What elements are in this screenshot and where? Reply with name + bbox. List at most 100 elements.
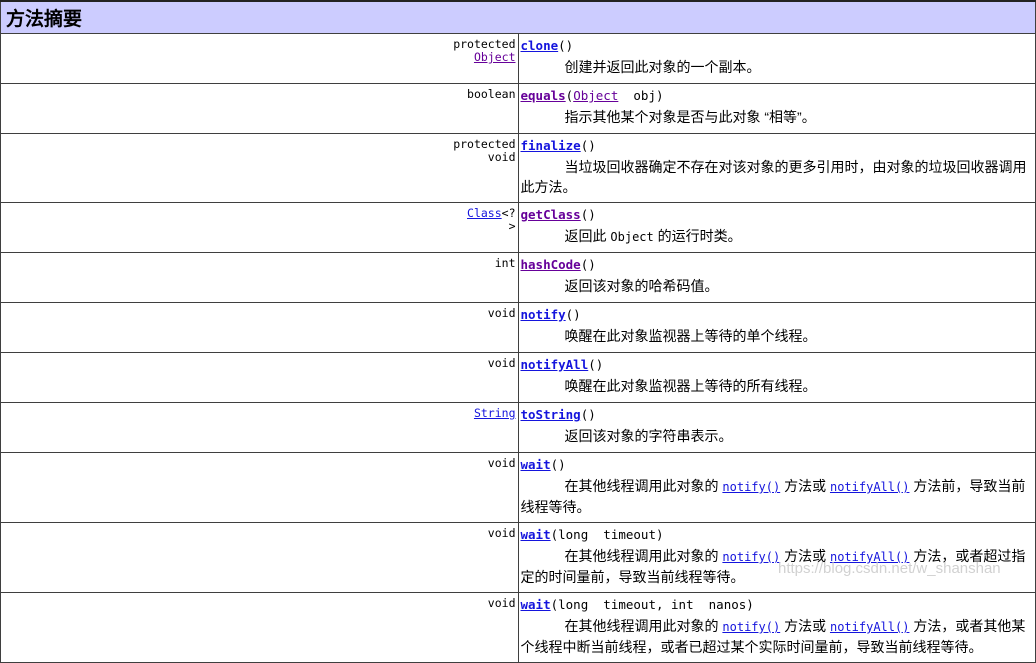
- getClass-getClass-link[interactable]: getClass: [521, 207, 581, 222]
- method-signature: equals(Object obj): [521, 88, 1033, 104]
- finalize-finalize-link[interactable]: finalize: [521, 138, 581, 153]
- toString-toString-link[interactable]: toString: [521, 407, 581, 422]
- signature-text: (): [551, 457, 566, 472]
- method-row-hashCode: int hashCode() 返回该对象的哈希码值。: [1, 253, 1036, 303]
- equals-Object-link[interactable]: Object: [573, 88, 618, 103]
- wait-long-notifyAll-link[interactable]: notifyAll(): [830, 550, 909, 564]
- description-text: 唤醒在此对象监视器上等待的单个线程。: [565, 328, 817, 344]
- method-cell: wait() 在其他线程调用此对象的 notify() 方法或 notifyAll…: [518, 453, 1036, 523]
- return-type-text: void: [488, 306, 516, 320]
- method-row-wait-long: voidwait(long timeout) 在其他线程调用此对象的 notify…: [1, 523, 1036, 593]
- method-summary-heading: 方法摘要: [1, 1, 1036, 34]
- method-description: 当垃圾回收器确定不存在对该对象的更多引用时，由对象的垃圾回收器调用此方法。: [521, 157, 1033, 197]
- return-type-line: boolean: [2, 88, 516, 101]
- notify-notify-link[interactable]: notify: [521, 307, 566, 322]
- method-row-wait-long-int: void wait(long timeout, int nanos) 在其他线程调用…: [1, 593, 1036, 663]
- signature-text: (): [581, 207, 596, 222]
- description-text: 在其他线程调用此对象的: [565, 548, 723, 564]
- method-signature: wait(long timeout, int nanos): [521, 597, 1033, 613]
- signature-text: (long timeout): [551, 527, 664, 542]
- return-type-cell: protectedvoid: [1, 134, 519, 203]
- method-cell: notifyAll() 唤醒在此对象监视器上等待的所有线程。: [518, 353, 1036, 403]
- signature-text: (): [588, 357, 603, 372]
- table-header-row: 方法摘要: [1, 1, 1036, 34]
- wait-long-notify-link[interactable]: notify(): [722, 550, 780, 564]
- getClass-Class-link[interactable]: Class: [467, 206, 502, 220]
- method-description: 在其他线程调用此对象的 notify() 方法或 notifyAll() 方法前…: [521, 476, 1033, 517]
- method-description: 唤醒在此对象监视器上等待的单个线程。: [521, 326, 1033, 346]
- return-type-line: void: [2, 151, 516, 164]
- wait-notify-link[interactable]: notify(): [722, 480, 780, 494]
- method-signature: clone(): [521, 38, 1033, 54]
- return-type-text: protected: [453, 137, 515, 151]
- javadoc-page: { "colors": { "header_bg": "#ccccff", "l…: [0, 0, 1036, 599]
- return-type-cell: int: [1, 253, 519, 303]
- return-type-text: void: [488, 596, 516, 610]
- signature-text: (): [566, 307, 581, 322]
- signature-text: (): [581, 138, 596, 153]
- description-text: 在其他线程调用此对象的: [565, 618, 723, 634]
- method-summary-table: 方法摘要 protectedObjectclone()创建并返回此对象的一个副本…: [0, 0, 1036, 663]
- wait-wait-link[interactable]: wait: [521, 457, 551, 472]
- clone-clone-link[interactable]: clone: [521, 38, 559, 53]
- signature-text: (): [558, 38, 573, 53]
- method-signature: hashCode(): [521, 257, 1033, 273]
- return-type-cell: void: [1, 523, 519, 593]
- description-text: 的运行时类。: [654, 228, 742, 244]
- return-type-text: boolean: [467, 87, 515, 101]
- return-type-cell: boolean: [1, 84, 519, 134]
- description-text: 返回此: [565, 228, 611, 244]
- return-type-text: <?: [502, 206, 516, 220]
- description-text: 在其他线程调用此对象的: [565, 478, 723, 494]
- return-type-text: int: [495, 256, 516, 270]
- return-type-text: void: [488, 456, 516, 470]
- signature-text: (): [581, 257, 596, 272]
- method-signature: wait(): [521, 457, 1033, 473]
- wait-long-int-notify-link[interactable]: notify(): [722, 620, 780, 634]
- method-cell: getClass() 返回此 Object 的运行时类。: [518, 203, 1036, 253]
- description-text: 方法或: [780, 548, 830, 564]
- return-type-cell: Class<?>: [1, 203, 519, 253]
- return-type-cell: void: [1, 353, 519, 403]
- method-cell: wait(long timeout) 在其他线程调用此对象的 notify() 方…: [518, 523, 1036, 593]
- hashCode-hashCode-link[interactable]: hashCode: [521, 257, 581, 272]
- method-description: 唤醒在此对象监视器上等待的所有线程。: [521, 376, 1033, 396]
- description-text: 唤醒在此对象监视器上等待的所有线程。: [565, 378, 817, 394]
- description-text: 方法或: [780, 478, 830, 494]
- return-type-line: void: [2, 457, 516, 470]
- toString-String-link[interactable]: String: [474, 406, 516, 420]
- wait-long-wait-link[interactable]: wait: [521, 527, 551, 542]
- method-description: 创建并返回此对象的一个副本。: [521, 57, 1033, 77]
- method-signature: wait(long timeout): [521, 527, 1033, 543]
- return-type-cell: void: [1, 303, 519, 353]
- wait-long-int-wait-link[interactable]: wait: [521, 597, 551, 612]
- signature-text: (): [581, 407, 596, 422]
- method-row-notify: void notify() 唤醒在此对象监视器上等待的单个线程。: [1, 303, 1036, 353]
- return-type-cell: String: [1, 403, 519, 453]
- return-type-cell: protectedObject: [1, 34, 519, 84]
- wait-long-int-notifyAll-link[interactable]: notifyAll(): [830, 620, 909, 634]
- wait-notifyAll-link[interactable]: notifyAll(): [830, 480, 909, 494]
- method-row-toString: String toString() 返回该对象的字符串表示。: [1, 403, 1036, 453]
- method-signature: toString(): [521, 407, 1033, 423]
- clone-Object-link[interactable]: Object: [474, 50, 516, 64]
- method-cell: equals(Object obj) 指示其他某个对象是否与此对象 “相等”。: [518, 84, 1036, 134]
- description-text: 返回该对象的哈希码值。: [565, 278, 719, 294]
- description-text: Object: [610, 230, 653, 244]
- description-text: 返回该对象的字符串表示。: [565, 428, 733, 444]
- method-description: 返回该对象的哈希码值。: [521, 276, 1033, 296]
- description-text: 指示其他某个对象是否与此对象 “相等”。: [565, 109, 816, 125]
- method-signature: notify(): [521, 307, 1033, 323]
- notifyAll-notifyAll-link[interactable]: notifyAll: [521, 357, 589, 372]
- method-row-wait: void wait() 在其他线程调用此对象的 notify() 方法或 notif…: [1, 453, 1036, 523]
- method-row-finalize: protectedvoidfinalize()当垃圾回收器确定不存在对该对象的更…: [1, 134, 1036, 203]
- return-type-cell: void: [1, 453, 519, 523]
- description-text: 创建并返回此对象的一个副本。: [565, 59, 761, 75]
- equals-equals-link[interactable]: equals: [521, 88, 566, 103]
- method-cell: toString() 返回该对象的字符串表示。: [518, 403, 1036, 453]
- return-type-line: void: [2, 307, 516, 320]
- method-description: 在其他线程调用此对象的 notify() 方法或 notifyAll() 方法，…: [521, 546, 1033, 587]
- return-type-line: protected: [2, 138, 516, 151]
- method-description: 返回此 Object 的运行时类。: [521, 226, 1033, 247]
- description-text: 方法或: [780, 618, 830, 634]
